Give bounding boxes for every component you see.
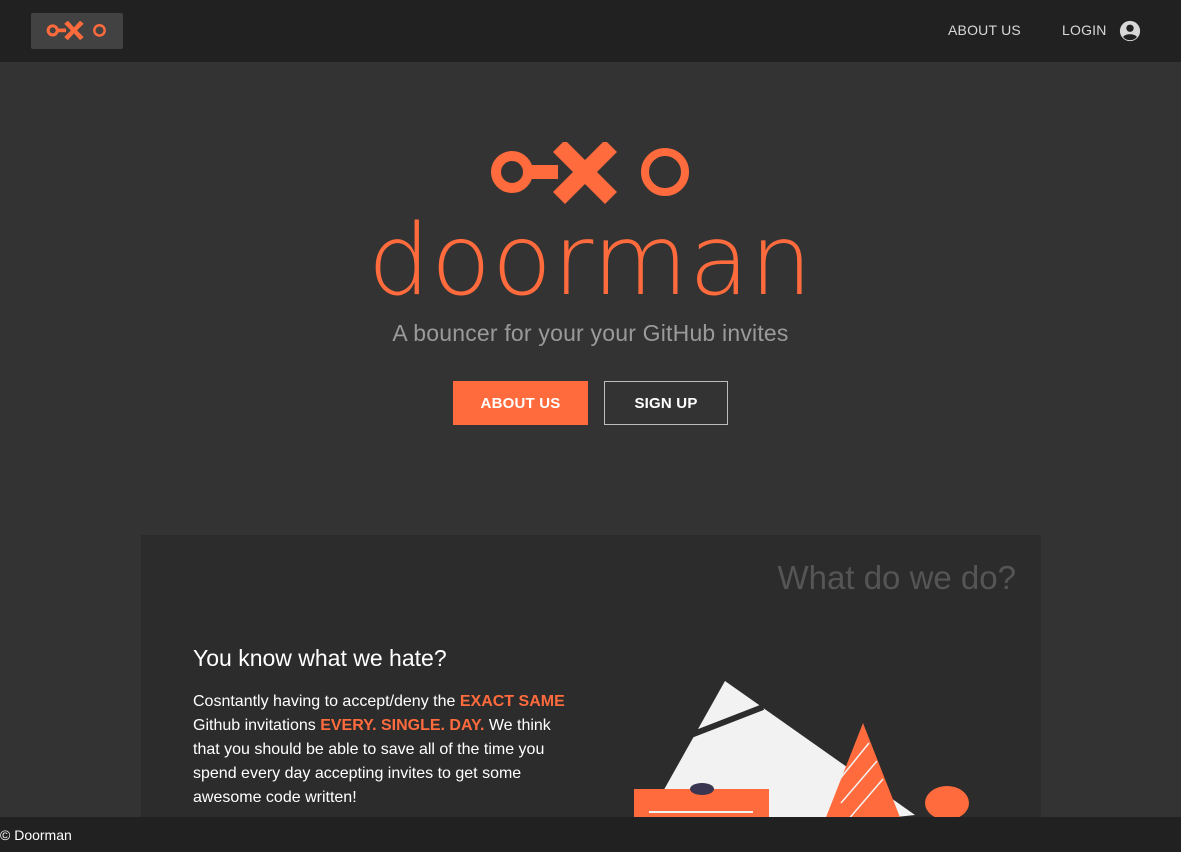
nav-login-link[interactable]: LOGIN — [1062, 22, 1107, 42]
card-text-part: Cosntantly having to accept/deny the — [193, 693, 460, 710]
hero-logo-icon — [491, 142, 689, 204]
footer: © Doorman — [0, 817, 1181, 852]
card-paragraph: Cosntantly having to accept/deny the EXA… — [193, 690, 573, 810]
brand-logo-button[interactable] — [31, 13, 123, 49]
nav-about-us-link[interactable]: ABOUT US — [948, 22, 1021, 42]
card-heading: You know what we hate? — [193, 645, 447, 671]
what-we-do-card: What do we do? You know what we hate? Co… — [141, 535, 1041, 825]
about-us-button[interactable]: ABOUT US — [453, 381, 588, 425]
footer-copyright: © Doorman — [0, 827, 72, 843]
top-nav: ABOUT US LOGIN — [0, 0, 1181, 62]
hero-wordmark: doorman — [367, 204, 814, 318]
hero-tagline: A bouncer for your your GitHub invites — [392, 320, 789, 346]
account-circle-icon[interactable] — [1119, 20, 1141, 42]
card-text-part: Github invitations — [193, 717, 321, 734]
abstract-shapes-illustration — [634, 681, 969, 825]
sign-up-button[interactable]: SIGN UP — [604, 381, 728, 425]
highlight-exact-same: EXACT SAME — [459, 693, 565, 710]
doorman-logo-icon — [46, 21, 106, 41]
card-title: What do we do? — [777, 559, 1016, 596]
highlight-every-single-day: EVERY. SINGLE. DAY. — [320, 717, 485, 734]
